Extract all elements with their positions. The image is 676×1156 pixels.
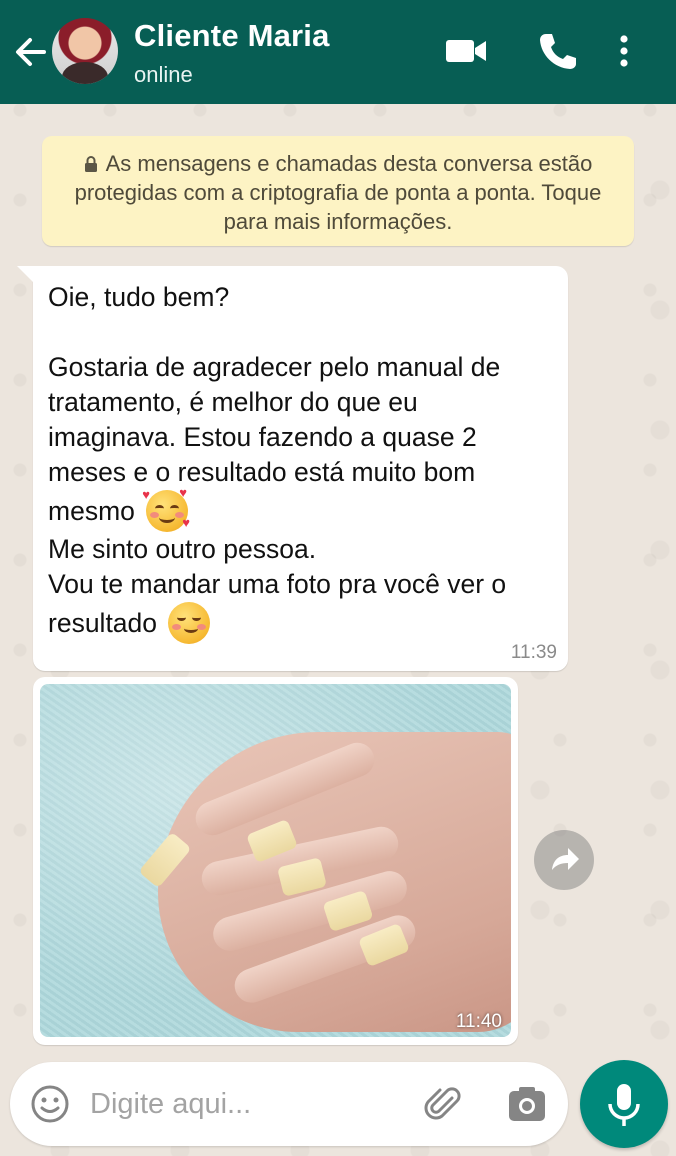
message-input[interactable] [90,1084,400,1124]
forward-icon[interactable] [534,830,594,890]
nail-photo[interactable] [40,684,511,1037]
incoming-image-bubble[interactable]: 11:40 [33,677,518,1045]
smirking-face-icon [168,602,211,644]
mic-button[interactable] [580,1060,668,1148]
chat-header: Cliente Maria online [0,0,676,104]
message-composer [10,1062,568,1146]
contact-name[interactable]: Cliente Maria [134,18,330,54]
message-line: Vou te mandar uma foto pra você ver o re… [48,569,514,638]
image-time: 11:40 [455,1011,502,1032]
smiling-face-with-hearts-icon: ♥ ♥ ♥ [142,485,190,532]
camera-icon[interactable] [506,1084,548,1129]
message-time: 11:39 [510,642,557,663]
back-arrow-icon[interactable] [12,32,48,72]
message-line: Oie, tudo bem? [48,282,230,312]
contact-status: online [134,62,193,87]
attach-icon[interactable] [422,1082,466,1131]
message-line: Gostaria de agradecer pelo manual de tra… [48,352,508,526]
emoji-icon[interactable] [30,1084,70,1129]
contact-avatar[interactable] [52,18,118,84]
incoming-message-bubble[interactable]: Oie, tudo bem? Gostaria de agradecer pel… [17,266,568,671]
mic-icon [608,1084,640,1126]
message-line: Me sinto outro pessoa. [48,534,317,564]
encryption-notice[interactable]: As mensagens e chamadas desta conversa e… [42,136,634,246]
video-call-icon[interactable] [444,28,490,74]
more-options-icon[interactable] [612,28,636,74]
lock-icon [84,150,98,172]
message-text: Oie, tudo bem? Gostaria de agradecer pel… [48,280,553,644]
encryption-notice-text: As mensagens e chamadas desta conversa e… [74,151,602,234]
voice-call-icon[interactable] [534,28,580,74]
